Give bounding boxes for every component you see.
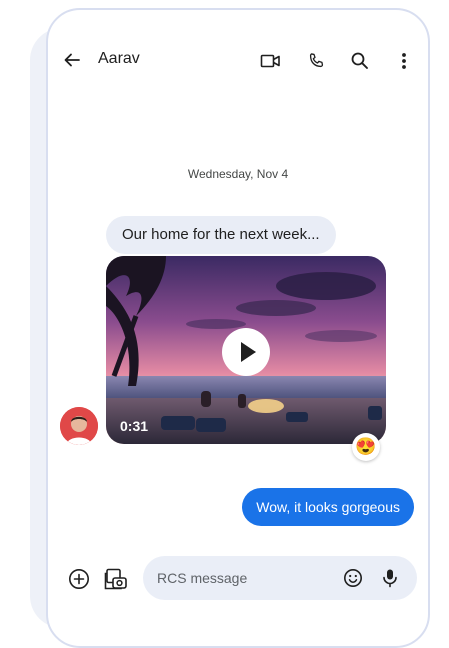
more-vert-icon[interactable]	[394, 51, 414, 71]
gallery-icon[interactable]	[104, 567, 128, 591]
mic-icon[interactable]	[381, 568, 399, 588]
outgoing-message-bubble[interactable]: Wow, it looks gorgeous	[242, 488, 414, 526]
play-button[interactable]	[222, 328, 270, 376]
reaction-badge[interactable]: 😍	[352, 433, 380, 461]
top-app-bar: Aarav	[48, 10, 428, 110]
video-call-icon[interactable]	[260, 52, 282, 70]
emoji-icon[interactable]	[343, 568, 363, 588]
play-icon	[241, 342, 256, 362]
contact-name[interactable]: Aarav	[98, 50, 140, 68]
message-input[interactable]	[157, 556, 337, 600]
back-arrow-icon[interactable]	[62, 50, 82, 70]
date-divider: Wednesday, Nov 4	[187, 167, 289, 181]
add-icon[interactable]	[68, 568, 90, 590]
phone-icon[interactable]	[306, 51, 326, 71]
contact-avatar[interactable]	[60, 407, 98, 445]
incoming-message-bubble[interactable]: Our home for the next week...	[106, 216, 336, 254]
avatar-image	[60, 407, 98, 445]
search-icon[interactable]	[350, 51, 370, 71]
video-message[interactable]: 0:31	[106, 256, 386, 444]
composer-field[interactable]	[143, 556, 417, 600]
video-duration: 0:31	[120, 418, 149, 434]
phone-screen: Aarav Wednesday, Nov 4 Our home for the …	[46, 8, 430, 648]
